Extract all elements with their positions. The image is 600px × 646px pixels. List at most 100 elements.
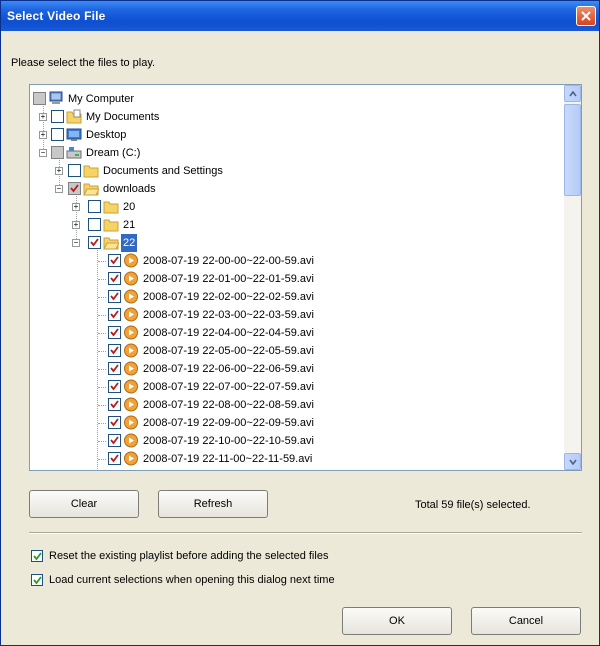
cancel-button[interactable]: Cancel (471, 607, 581, 635)
file-row[interactable]: 2008-07-19 22-10-00~22-10-59.avi (30, 432, 550, 450)
tree-node-downloads[interactable]: − downloads (30, 180, 550, 198)
file-name: 2008-07-19 22-09-00~22-09-59.avi (143, 417, 314, 429)
checkbox[interactable] (88, 236, 101, 249)
checkmark-icon (110, 382, 119, 391)
file-name: 2008-07-19 22-11-00~22-11-59.avi (143, 453, 313, 465)
title-bar[interactable]: Select Video File (1, 1, 599, 31)
tree-node-my-documents[interactable]: + My Documents (30, 108, 550, 126)
checkbox[interactable] (51, 110, 64, 123)
tree-label: 21 (123, 219, 136, 231)
folder-icon (103, 219, 119, 232)
tree-node-my-computer[interactable]: My Computer (30, 90, 550, 108)
checkmark-icon (110, 418, 119, 427)
video-file-icon (124, 271, 138, 286)
load-selections-checkbox[interactable] (31, 574, 43, 586)
tree-node-documents-and-settings[interactable]: + Documents and Settings (30, 162, 550, 180)
file-row[interactable]: 2008-07-19 22-04-00~22-04-59.avi (30, 324, 550, 342)
checkbox[interactable] (51, 128, 64, 141)
file-row[interactable]: 2008-07-19 22-09-00~22-09-59.avi (30, 414, 550, 432)
tree-label: Dream (C:) (86, 147, 141, 159)
expand-plus-icon[interactable]: + (39, 131, 47, 139)
checkmark-icon (33, 552, 42, 561)
tree-guide (98, 315, 106, 316)
close-button[interactable] (576, 6, 596, 26)
checkbox[interactable] (108, 380, 121, 393)
tree-node-desktop[interactable]: + Desktop (30, 126, 550, 144)
tree-guide (98, 423, 106, 424)
folder-open-icon (83, 183, 99, 196)
checkmark-icon (90, 238, 99, 247)
file-row[interactable]: 2008-07-19 22-01-00~22-01-59.avi (30, 270, 550, 288)
checkbox[interactable] (88, 200, 101, 213)
collapse-minus-icon[interactable]: − (39, 149, 47, 157)
file-row[interactable]: 2008-07-19 22-05-00~22-05-59.avi (30, 342, 550, 360)
checkbox[interactable] (51, 146, 64, 159)
file-row[interactable]: 2008-07-19 22-00-00~22-00-59.avi (30, 252, 550, 270)
desktop-icon (66, 128, 82, 141)
video-file-icon (124, 307, 138, 322)
collapse-minus-icon[interactable]: − (72, 239, 80, 247)
checkbox[interactable] (108, 272, 121, 285)
chevron-up-icon (569, 91, 577, 97)
window-title: Select Video File (7, 9, 106, 23)
expand-plus-icon[interactable]: + (72, 203, 80, 211)
file-row[interactable]: 2008-07-19 22-08-00~22-08-59.avi (30, 396, 550, 414)
clear-button[interactable]: Clear (29, 490, 139, 518)
reset-playlist-checkbox[interactable] (31, 550, 43, 562)
file-name: 2008-07-19 22-06-00~22-06-59.avi (143, 363, 314, 375)
checkbox[interactable] (108, 254, 121, 267)
checkbox[interactable] (108, 434, 121, 447)
checkmark-icon (110, 328, 119, 337)
checkbox[interactable] (108, 398, 121, 411)
tree-node-drive-c[interactable]: − Dream (C:) (30, 144, 550, 162)
file-name: 2008-07-19 22-02-00~22-02-59.avi (143, 291, 314, 303)
checkbox[interactable] (108, 416, 121, 429)
file-row[interactable]: 2008-07-19 22-06-00~22-06-59.avi (30, 360, 550, 378)
checkmark-icon (110, 436, 119, 445)
checkbox[interactable] (108, 290, 121, 303)
expand-plus-icon[interactable]: + (55, 167, 63, 175)
checkbox[interactable] (108, 308, 121, 321)
tree-guide (98, 441, 106, 442)
checkbox[interactable] (33, 92, 46, 105)
file-row[interactable]: 2008-07-19 22-03-00~22-03-59.avi (30, 306, 550, 324)
ok-button[interactable]: OK (342, 607, 452, 635)
selection-count: Total 59 file(s) selected. (415, 499, 531, 511)
checkbox[interactable] (68, 164, 81, 177)
video-file-icon (124, 415, 138, 430)
scroll-up-button[interactable] (564, 85, 581, 102)
checkbox[interactable] (108, 452, 121, 465)
collapse-minus-icon[interactable]: − (55, 185, 63, 193)
checkmark-icon (110, 400, 119, 409)
tree-guide (98, 333, 106, 334)
file-row[interactable]: 2008-07-19 22-02-00~22-02-59.avi (30, 288, 550, 306)
checkbox[interactable] (108, 344, 121, 357)
file-name: 2008-07-19 22-04-00~22-04-59.avi (143, 327, 314, 339)
checkbox[interactable] (88, 218, 101, 231)
checkbox[interactable] (108, 362, 121, 375)
video-file-icon (124, 379, 138, 394)
tree-guide (98, 387, 106, 388)
video-file-icon (124, 361, 138, 376)
tree-label: Desktop (86, 129, 127, 141)
tree-guide (98, 459, 106, 460)
file-tree[interactable]: My Computer + My Documents + Desktop − D… (29, 84, 582, 471)
checkbox[interactable] (68, 182, 81, 195)
checkmark-icon (110, 454, 119, 463)
tree-node-folder-21[interactable]: + 21 (30, 216, 550, 234)
file-row[interactable]: 2008-07-19 22-07-00~22-07-59.avi (30, 378, 550, 396)
tree-node-folder-22[interactable]: − 22 (30, 234, 550, 252)
tree-node-folder-20[interactable]: + 20 (30, 198, 550, 216)
select-video-file-dialog: Select Video File Please select the file… (0, 0, 600, 646)
refresh-button[interactable]: Refresh (158, 490, 268, 518)
expand-plus-icon[interactable]: + (39, 113, 47, 121)
scroll-thumb[interactable] (564, 104, 581, 196)
checkbox[interactable] (108, 326, 121, 339)
tree-guide (98, 351, 106, 352)
video-file-icon (124, 325, 138, 340)
file-row[interactable]: 2008-07-19 22-11-00~22-11-59.avi (30, 450, 550, 468)
scroll-down-button[interactable] (564, 453, 581, 470)
expand-plus-icon[interactable]: + (72, 221, 80, 229)
file-tree-content: My Computer + My Documents + Desktop − D… (30, 85, 566, 470)
vertical-scrollbar[interactable] (564, 85, 581, 470)
